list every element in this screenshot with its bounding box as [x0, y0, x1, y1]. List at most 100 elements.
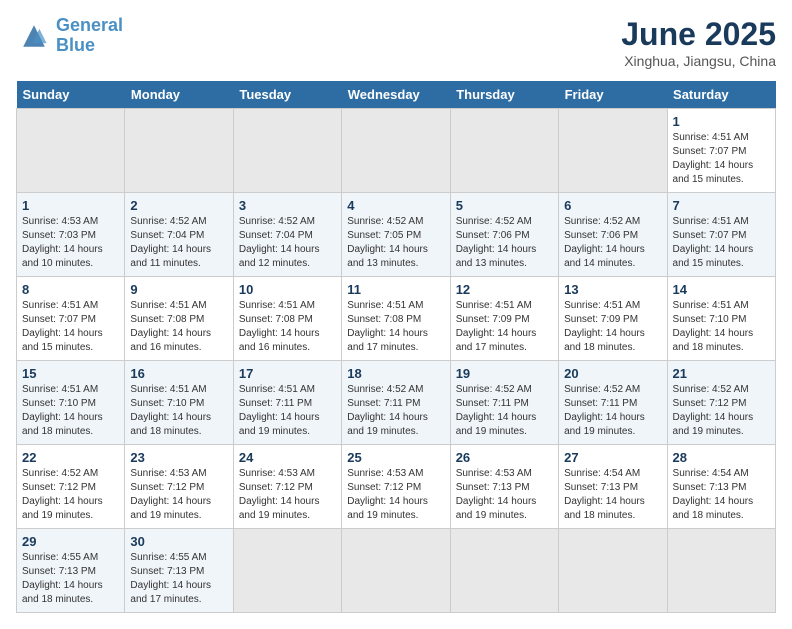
calendar-cell: 20Sunrise: 4:52 AMSunset: 7:11 PMDayligh…	[559, 361, 667, 445]
column-header-monday: Monday	[125, 81, 233, 109]
calendar-cell: 18 Sunrise: 4:52 AMSunset: 7:11 PMDayligh…	[342, 361, 450, 445]
day-number: 17	[239, 366, 336, 381]
day-number: 21	[673, 366, 770, 381]
column-header-wednesday: Wednesday	[342, 81, 450, 109]
day-info: Sunrise: 4:52 AMSunset: 7:05 PMDaylight:…	[347, 215, 444, 271]
day-info: Sunrise: 4:51 AMSunset: 7:07 PMDaylight:…	[22, 299, 119, 355]
day-number: 2	[130, 198, 227, 213]
calendar-cell: 12 Sunrise: 4:51 AMSunset: 7:09 PMDayligh…	[450, 277, 558, 361]
calendar-cell: 4 Sunrise: 4:52 AMSunset: 7:05 PMDaylight…	[342, 193, 450, 277]
calendar-cell	[233, 529, 341, 613]
calendar-cell: 1Sunrise: 4:51 AMSunset: 7:07 PMDaylight…	[667, 109, 775, 193]
day-info: Sunrise: 4:52 AMSunset: 7:06 PMDaylight:…	[456, 215, 553, 271]
day-number: 8	[22, 282, 119, 297]
logo-icon	[16, 18, 52, 54]
location: Xinghua, Jiangsu, China	[621, 53, 776, 69]
day-number: 11	[347, 282, 444, 297]
day-info: Sunrise: 4:53 AMSunset: 7:13 PMDaylight:…	[456, 467, 553, 523]
day-info: Sunrise: 4:51 AMSunset: 7:10 PMDaylight:…	[130, 383, 227, 439]
column-header-sunday: Sunday	[17, 81, 125, 109]
day-number: 24	[239, 450, 336, 465]
calendar-cell: 6Sunrise: 4:52 AMSunset: 7:06 PMDaylight…	[559, 193, 667, 277]
logo: General Blue	[16, 16, 123, 56]
calendar-cell: 25 Sunrise: 4:53 AMSunset: 7:12 PMDayligh…	[342, 445, 450, 529]
calendar-cell: 19 Sunrise: 4:52 AMSunset: 7:11 PMDayligh…	[450, 361, 558, 445]
calendar-cell	[450, 529, 558, 613]
day-number: 27	[564, 450, 661, 465]
day-info: Sunrise: 4:51 AMSunset: 7:08 PMDaylight:…	[239, 299, 336, 355]
column-header-friday: Friday	[559, 81, 667, 109]
day-number: 15	[22, 366, 119, 381]
calendar-cell: 3 Sunrise: 4:52 AMSunset: 7:04 PMDaylight…	[233, 193, 341, 277]
day-number: 30	[130, 534, 227, 549]
day-number: 29	[22, 534, 119, 549]
calendar-cell: 7 Sunrise: 4:51 AMSunset: 7:07 PMDaylight…	[667, 193, 775, 277]
calendar-cell: 2Sunrise: 4:52 AMSunset: 7:04 PMDaylight…	[125, 193, 233, 277]
day-info: Sunrise: 4:51 AMSunset: 7:08 PMDaylight:…	[130, 299, 227, 355]
day-info: Sunrise: 4:51 AMSunset: 7:08 PMDaylight:…	[347, 299, 444, 355]
day-info: Sunrise: 4:52 AMSunset: 7:12 PMDaylight:…	[673, 383, 770, 439]
day-number: 3	[239, 198, 336, 213]
calendar-cell: 23 Sunrise: 4:53 AMSunset: 7:12 PMDayligh…	[125, 445, 233, 529]
calendar-cell: 1 Sunrise: 4:53 AMSunset: 7:03 PMDaylight…	[17, 193, 125, 277]
day-info: Sunrise: 4:53 AMSunset: 7:12 PMDaylight:…	[347, 467, 444, 523]
calendar-cell: 8 Sunrise: 4:51 AMSunset: 7:07 PMDaylight…	[17, 277, 125, 361]
calendar-cell	[342, 109, 450, 193]
day-info: Sunrise: 4:53 AMSunset: 7:03 PMDaylight:…	[22, 215, 119, 271]
day-info: Sunrise: 4:51 AMSunset: 7:10 PMDaylight:…	[22, 383, 119, 439]
calendar-week-6: 29 Sunrise: 4:55 AMSunset: 7:13 PMDayligh…	[17, 529, 776, 613]
calendar-body: 1 Sunrise: 4:51 AMSunset: 7:07 PMDaylight…	[17, 109, 776, 613]
title-block: June 2025 Xinghua, Jiangsu, China	[621, 16, 776, 69]
day-number: 28	[673, 450, 770, 465]
calendar-cell	[450, 109, 558, 193]
month-title: June 2025	[621, 16, 776, 53]
calendar-cell: 17 Sunrise: 4:51 AMSunset: 7:11 PMDayligh…	[233, 361, 341, 445]
day-number: 12	[456, 282, 553, 297]
day-info: Sunrise: 4:52 AMSunset: 7:06 PMDaylight:…	[564, 215, 661, 271]
calendar-week-5: 22Sunrise: 4:52 AMSunset: 7:12 PMDayligh…	[17, 445, 776, 529]
calendar-week-4: 15 Sunrise: 4:51 AMSunset: 7:10 PMDayligh…	[17, 361, 776, 445]
day-number: 9	[130, 282, 227, 297]
day-number: 7	[673, 198, 770, 213]
calendar-cell: 10Sunrise: 4:51 AMSunset: 7:08 PMDayligh…	[233, 277, 341, 361]
day-number: 1	[22, 198, 119, 213]
calendar-cell: 14Sunrise: 4:51 AMSunset: 7:10 PMDayligh…	[667, 277, 775, 361]
day-number: 25	[347, 450, 444, 465]
calendar-cell	[17, 109, 125, 193]
day-info: Sunrise: 4:51 AMSunset: 7:11 PMDaylight:…	[239, 383, 336, 439]
calendar-week-3: 8 Sunrise: 4:51 AMSunset: 7:07 PMDaylight…	[17, 277, 776, 361]
day-info: Sunrise: 4:55 AMSunset: 7:13 PMDaylight:…	[130, 551, 227, 607]
calendar-week-1: 1Sunrise: 4:51 AMSunset: 7:07 PMDaylight…	[17, 109, 776, 193]
day-number: 4	[347, 198, 444, 213]
day-info: Sunrise: 4:53 AMSunset: 7:12 PMDaylight:…	[239, 467, 336, 523]
day-info: Sunrise: 4:51 AMSunset: 7:09 PMDaylight:…	[456, 299, 553, 355]
day-info: Sunrise: 4:54 AMSunset: 7:13 PMDaylight:…	[564, 467, 661, 523]
day-info: Sunrise: 4:52 AMSunset: 7:11 PMDaylight:…	[456, 383, 553, 439]
calendar-cell: 24 Sunrise: 4:53 AMSunset: 7:12 PMDayligh…	[233, 445, 341, 529]
calendar-cell: 21 Sunrise: 4:52 AMSunset: 7:12 PMDayligh…	[667, 361, 775, 445]
logo-text: General Blue	[56, 16, 123, 56]
day-number: 23	[130, 450, 227, 465]
calendar-cell: 28Sunrise: 4:54 AMSunset: 7:13 PMDayligh…	[667, 445, 775, 529]
calendar-cell: 9 Sunrise: 4:51 AMSunset: 7:08 PMDaylight…	[125, 277, 233, 361]
day-number: 18	[347, 366, 444, 381]
day-info: Sunrise: 4:51 AMSunset: 7:09 PMDaylight:…	[564, 299, 661, 355]
calendar-cell	[667, 529, 775, 613]
calendar-cell: 11 Sunrise: 4:51 AMSunset: 7:08 PMDayligh…	[342, 277, 450, 361]
calendar-cell	[342, 529, 450, 613]
day-number: 13	[564, 282, 661, 297]
day-info: Sunrise: 4:51 AMSunset: 7:07 PMDaylight:…	[673, 215, 770, 271]
day-info: Sunrise: 4:51 AMSunset: 7:10 PMDaylight:…	[673, 299, 770, 355]
column-header-saturday: Saturday	[667, 81, 775, 109]
day-number: 1	[673, 114, 770, 129]
day-info: Sunrise: 4:52 AMSunset: 7:11 PMDaylight:…	[347, 383, 444, 439]
column-header-thursday: Thursday	[450, 81, 558, 109]
calendar-cell: 5Sunrise: 4:52 AMSunset: 7:06 PMDaylight…	[450, 193, 558, 277]
day-info: Sunrise: 4:52 AMSunset: 7:04 PMDaylight:…	[239, 215, 336, 271]
calendar-cell: 16Sunrise: 4:51 AMSunset: 7:10 PMDayligh…	[125, 361, 233, 445]
calendar-table: SundayMondayTuesdayWednesdayThursdayFrid…	[16, 81, 776, 613]
calendar-cell: 30 Sunrise: 4:55 AMSunset: 7:13 PMDayligh…	[125, 529, 233, 613]
day-info: Sunrise: 4:53 AMSunset: 7:12 PMDaylight:…	[130, 467, 227, 523]
calendar-cell: 26Sunrise: 4:53 AMSunset: 7:13 PMDayligh…	[450, 445, 558, 529]
day-number: 19	[456, 366, 553, 381]
